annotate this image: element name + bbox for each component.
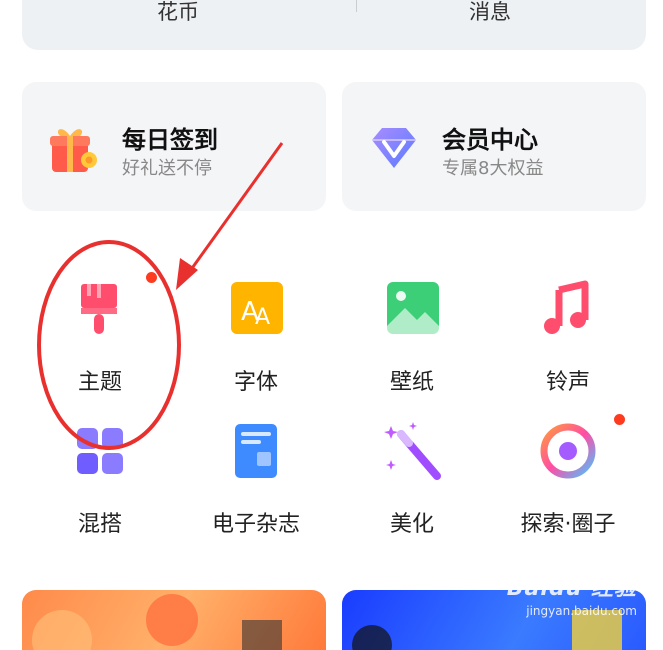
ringtone-icon [539,280,597,338]
wallpaper-icon [383,280,441,338]
daily-signin-title: 每日签到 [122,126,218,154]
svg-text:A: A [255,305,270,330]
font-icon: A A [227,280,285,338]
tab-messages[interactable]: 消息 [334,0,646,24]
grid-label-font: 字体 [233,370,278,395]
explore-badge-dot [614,414,625,425]
vip-center-card[interactable]: 会员中心 专属8大权益 [342,82,646,211]
annotation-arrow-head [176,258,198,290]
baidu-jingyan-watermark: Baidu 经验 jingyan.baidu.com [507,570,637,618]
vip-diamond-icon [368,122,420,174]
theme-badge-dot [146,272,157,283]
beautify-wand-icon [383,422,441,480]
magazine-icon [227,422,285,480]
grid-item-explore[interactable]: 探索·圈子 [508,414,628,538]
watermark-brand: Baidu 经验 [506,576,637,601]
vip-center-subtitle: 专属8大权益 [442,158,544,179]
tab-divider [356,0,357,12]
daily-signin-subtitle: 好礼送不停 [122,158,212,179]
grid-label-wallpaper: 壁纸 [389,370,434,395]
grid-item-magazine[interactable]: 电子杂志 [196,422,316,538]
grid-item-ringtone[interactable]: 铃声 [508,280,628,396]
grid-label-magazine: 电子杂志 [211,512,300,537]
grid-label-beautify: 美化 [389,512,434,537]
grid-label-theme: 主题 [77,370,122,395]
grid-item-wallpaper[interactable]: 壁纸 [352,280,472,396]
mix-match-icon [71,422,129,480]
grid-label-mix: 混搭 [77,512,122,537]
grid-item-theme[interactable]: 主题 [40,272,160,396]
top-tab-bar: 花币 消息 [22,0,646,50]
watermark-url: jingyan.baidu.com [526,604,637,618]
grid-label-explore: 探索·圈子 [520,512,616,537]
grid-item-font[interactable]: A A 字体 [196,280,316,396]
vip-center-title: 会员中心 [442,126,538,154]
gift-icon [48,122,100,174]
tab-coins[interactable]: 花币 [22,0,334,24]
explore-circle-icon [539,414,625,480]
theme-brush-icon [71,272,157,338]
grid-item-mix[interactable]: 混搭 [40,422,160,538]
banner-left-art [32,594,282,650]
promo-banner-left[interactable] [22,590,326,650]
grid-label-ringtone: 铃声 [545,370,590,395]
grid-item-beautify[interactable]: 美化 [352,422,472,538]
daily-signin-card[interactable]: 每日签到 好礼送不停 [22,82,326,211]
